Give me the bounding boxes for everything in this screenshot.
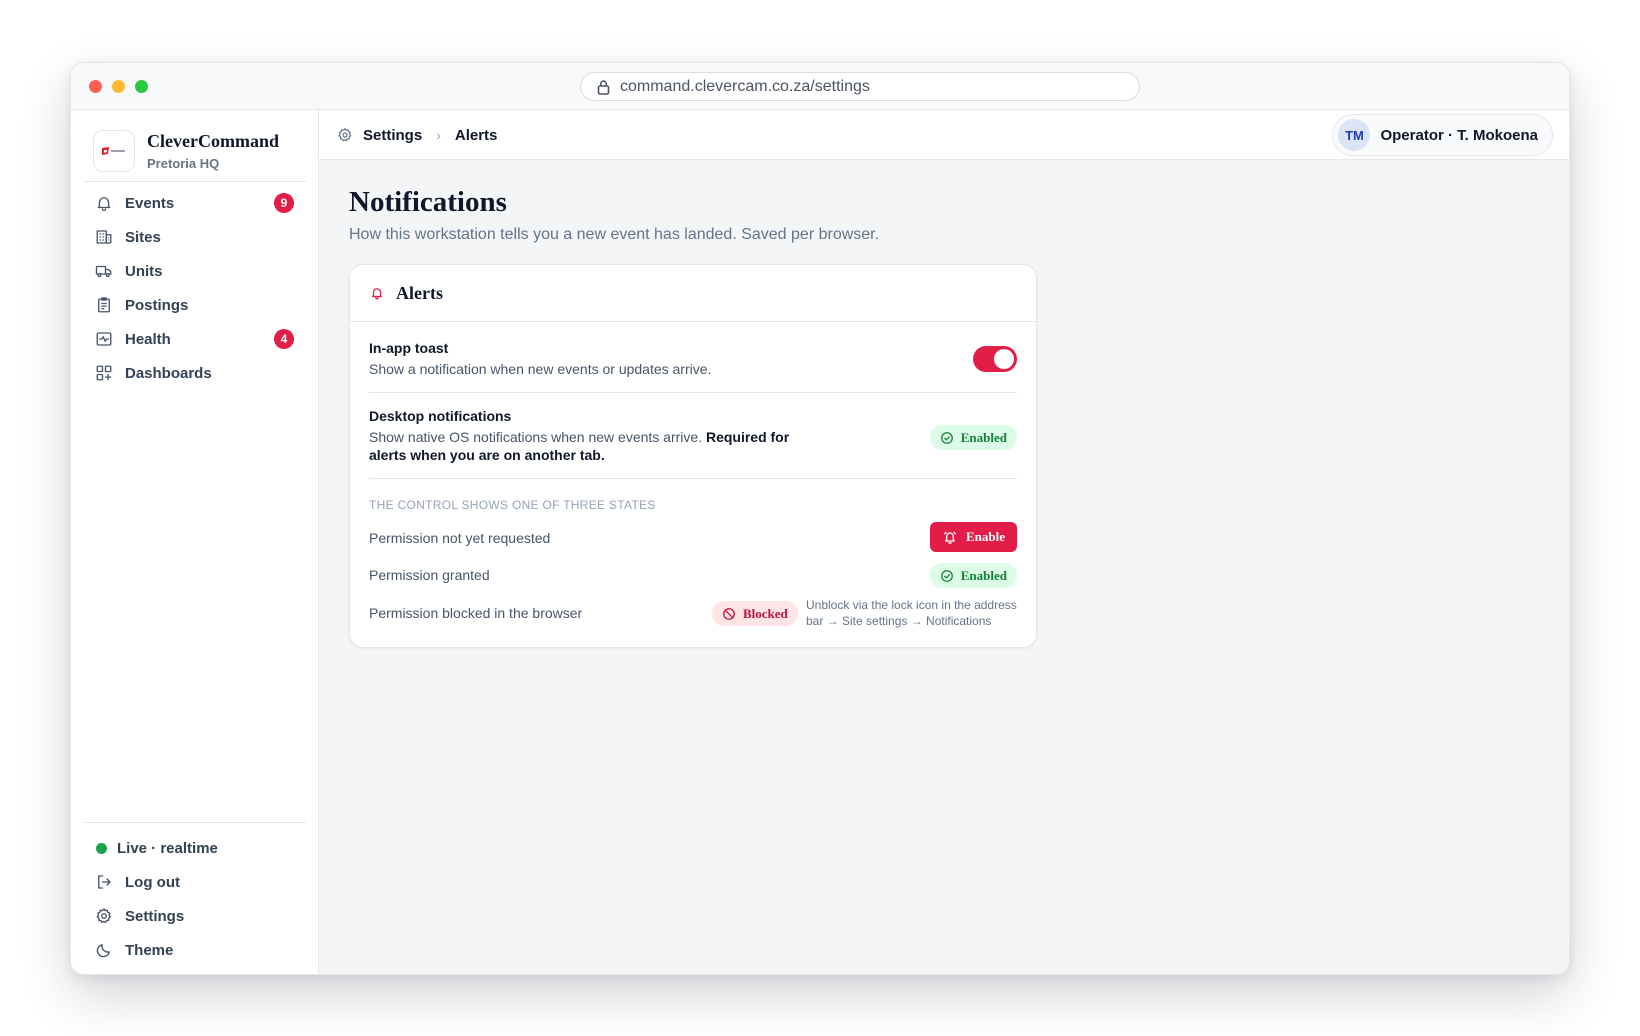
alerts-card: Alerts In-app toast Show a notification … bbox=[349, 264, 1037, 648]
brand-logo bbox=[93, 130, 135, 172]
truck-icon bbox=[95, 265, 112, 278]
gear-icon bbox=[338, 128, 352, 142]
sidebar-item-postings[interactable]: Postings bbox=[83, 288, 306, 322]
main-content: Notifications How this workstation tells… bbox=[319, 160, 1569, 974]
state-blocked-row: Permission blocked in the browser Blocke… bbox=[369, 598, 1017, 628]
check-circle-icon bbox=[940, 431, 953, 444]
row-divider bbox=[369, 392, 1017, 393]
settings-label: Settings bbox=[125, 907, 185, 925]
blocked-status-badge: Blocked bbox=[712, 601, 798, 626]
state-blocked-label: Permission blocked in the browser bbox=[369, 605, 583, 621]
top-bar: Settings › Alerts TM Operator · T. Mokoe… bbox=[319, 110, 1569, 160]
state-granted-row: Permission granted Enabled bbox=[369, 563, 1017, 588]
enable-notifications-button[interactable]: Enable bbox=[929, 522, 1017, 552]
building-icon bbox=[96, 230, 112, 244]
alerts-card-header: Alerts bbox=[350, 265, 1036, 322]
browser-window: command.clevercam.co.za/settings CleverC… bbox=[70, 62, 1570, 975]
alerts-card-title: Alerts bbox=[396, 282, 443, 303]
desktop-notifications-row: Desktop notifications Show native OS not… bbox=[369, 408, 1017, 464]
address-bar[interactable]: command.clevercam.co.za/settings bbox=[580, 72, 1140, 101]
page-subtitle: How this workstation tells you a new eve… bbox=[349, 226, 880, 243]
alarm-bell-icon bbox=[943, 531, 956, 544]
sidebar-item-health[interactable]: Health 4 bbox=[83, 322, 306, 356]
sidebar-item-units[interactable]: Units bbox=[83, 254, 306, 288]
logout-label: Log out bbox=[125, 873, 180, 891]
sidebar-item-sites[interactable]: Sites bbox=[83, 220, 306, 254]
sidebar-item-label: Health bbox=[125, 330, 171, 348]
state-not-requested-row: Permission not yet requested Enable bbox=[369, 522, 1017, 552]
brand-location: Pretoria HQ bbox=[147, 156, 220, 171]
bell-icon bbox=[97, 197, 111, 212]
sidebar-item-label: Dashboards bbox=[125, 364, 212, 382]
brand[interactable]: CleverCommand Pretoria HQ bbox=[93, 130, 279, 172]
operator-menu[interactable]: TM Operator · T. Mokoena bbox=[1332, 114, 1553, 156]
toggle-knob bbox=[994, 349, 1014, 369]
row-divider bbox=[369, 478, 1017, 479]
sidebar-item-label: Events bbox=[125, 194, 175, 212]
in-app-toast-desc: Show a notification when new events or u… bbox=[369, 361, 712, 377]
blocked-circle-icon bbox=[723, 607, 735, 620]
health-count-badge: 4 bbox=[274, 329, 294, 349]
bell-icon bbox=[371, 288, 383, 300]
in-app-toast-row: In-app toast Show a notification when ne… bbox=[369, 340, 1017, 378]
blocked-status-text: Blocked bbox=[743, 605, 788, 621]
live-status: Live · realtime bbox=[83, 831, 306, 865]
sidebar: CleverCommand Pretoria HQ Events 9 Sites… bbox=[71, 110, 319, 974]
in-app-toast-toggle[interactable] bbox=[973, 346, 1017, 372]
desktop-status-badge: Enabled bbox=[929, 425, 1017, 450]
sidebar-item-dashboards[interactable]: Dashboards bbox=[83, 356, 306, 390]
moon-icon bbox=[96, 944, 110, 958]
desktop-notifications-title: Desktop notifications bbox=[369, 408, 512, 424]
states-section-label: THE CONTROL SHOWS ONE OF THREE STATES bbox=[369, 498, 656, 512]
sidebar-item-label: Sites bbox=[125, 228, 161, 246]
sidebar-item-settings[interactable]: Settings bbox=[83, 899, 306, 933]
events-count-badge: 9 bbox=[274, 193, 294, 213]
unblock-hint: Unblock via the lock icon in the address… bbox=[806, 598, 1017, 628]
lock-icon bbox=[597, 79, 610, 95]
theme-toggle[interactable]: Theme bbox=[83, 933, 306, 967]
state-not-requested-label: Permission not yet requested bbox=[369, 530, 551, 546]
breadcrumb-current: Alerts bbox=[454, 126, 498, 144]
live-status-label: Live · realtime bbox=[117, 839, 218, 857]
avatar: TM bbox=[1338, 119, 1371, 151]
theme-label: Theme bbox=[125, 941, 174, 959]
gear-icon bbox=[96, 908, 112, 924]
page-title: Notifications bbox=[349, 186, 507, 218]
close-window-button[interactable] bbox=[89, 80, 102, 93]
breadcrumb-settings-link[interactable]: Settings bbox=[363, 127, 422, 144]
enable-button-label: Enable bbox=[965, 529, 1005, 544]
sidebar-item-label: Units bbox=[125, 262, 163, 280]
brand-name: CleverCommand bbox=[147, 131, 279, 151]
sidebar-item-label: Postings bbox=[125, 296, 189, 314]
granted-status-badge: Enabled bbox=[929, 563, 1017, 588]
state-granted-label: Permission granted bbox=[369, 567, 490, 583]
granted-status-text: Enabled bbox=[960, 567, 1007, 583]
dashboard-grid-icon bbox=[96, 365, 112, 381]
operator-name: Operator · T. Mokoena bbox=[1380, 126, 1538, 144]
logout-button[interactable]: Log out bbox=[83, 865, 306, 899]
minimize-window-button[interactable] bbox=[112, 80, 125, 93]
desktop-status-text: Enabled bbox=[960, 429, 1007, 445]
live-status-dot bbox=[96, 842, 107, 854]
desktop-notifications-desc: Show native OS notifications when new ev… bbox=[369, 428, 799, 464]
breadcrumb: Settings › Alerts bbox=[337, 110, 497, 160]
sidebar-item-events[interactable]: Events 9 bbox=[83, 186, 306, 220]
address-url: command.clevercam.co.za/settings bbox=[620, 77, 870, 95]
chevron-right-icon: › bbox=[436, 127, 441, 143]
maximize-window-button[interactable] bbox=[135, 80, 148, 93]
pulse-icon bbox=[96, 332, 112, 346]
in-app-toast-title: In-app toast bbox=[369, 340, 449, 356]
desktop-desc-text: Show native OS notifications when new ev… bbox=[369, 429, 703, 445]
sidebar-footer-divider bbox=[83, 822, 306, 823]
browser-titlebar: command.clevercam.co.za/settings bbox=[71, 63, 1569, 110]
logout-icon bbox=[98, 875, 111, 889]
check-circle-icon bbox=[940, 569, 953, 582]
clipboard-icon bbox=[98, 297, 110, 313]
sidebar-divider bbox=[83, 181, 306, 182]
